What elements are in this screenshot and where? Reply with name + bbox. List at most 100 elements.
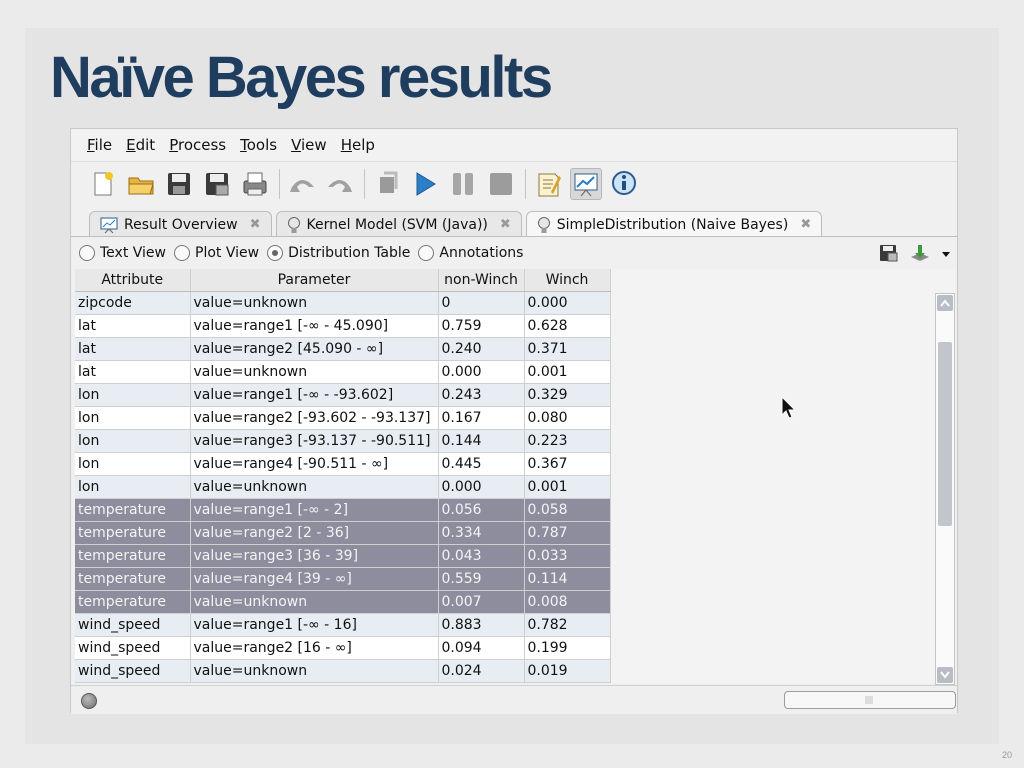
menu-tools[interactable]: Tools bbox=[240, 136, 277, 154]
design-view-icon[interactable] bbox=[532, 168, 564, 200]
save-result-icon[interactable] bbox=[879, 244, 899, 266]
column-header-winch[interactable]: Winch bbox=[524, 269, 611, 292]
results-view-icon[interactable] bbox=[570, 167, 602, 200]
table-row[interactable]: lon value=range2 [-93.602 - -93.137] 0.167… bbox=[75, 406, 611, 430]
menu-file[interactable]: File bbox=[87, 136, 112, 154]
table-row[interactable]: temperature value=unknown 0.007 0.008 bbox=[75, 590, 611, 614]
cell-attribute: temperature bbox=[75, 567, 191, 591]
radio-button[interactable] bbox=[418, 245, 435, 261]
cell-attribute: wind_speed bbox=[75, 613, 191, 637]
cell-non-winch: 0.024 bbox=[438, 659, 525, 683]
radio-annotations[interactable]: Annotations bbox=[418, 245, 523, 261]
cell-attribute: temperature bbox=[75, 590, 191, 614]
cell-parameter: value=unknown bbox=[190, 590, 439, 614]
cell-non-winch: 0.883 bbox=[438, 613, 525, 637]
column-header-attribute[interactable]: Attribute bbox=[75, 269, 191, 292]
close-icon[interactable]: ✖ bbox=[800, 217, 811, 232]
cell-non-winch: 0 bbox=[438, 291, 525, 315]
cell-attribute: lon bbox=[75, 475, 191, 499]
progress-bar bbox=[784, 691, 956, 709]
column-header-parameter[interactable]: Parameter bbox=[190, 269, 439, 292]
cell-winch: 0.371 bbox=[524, 337, 611, 361]
radio-plot-view[interactable]: Plot View bbox=[174, 245, 259, 261]
close-icon[interactable]: ✖ bbox=[500, 217, 511, 232]
cell-parameter: value=range2 [45.090 - ∞] bbox=[190, 337, 439, 361]
cell-winch: 0.329 bbox=[524, 383, 611, 407]
open-folder-icon[interactable] bbox=[125, 168, 157, 200]
menu-view[interactable]: View bbox=[291, 136, 327, 154]
new-file-icon[interactable] bbox=[87, 168, 119, 200]
tab-kernel-model[interactable]: Kernel Model (SVM (Java)) ✖ bbox=[275, 211, 522, 237]
save-as-icon[interactable] bbox=[201, 168, 233, 200]
table-row[interactable]: lat value=range1 [-∞ - 45.090] 0.759 0.628 bbox=[75, 314, 611, 338]
cell-attribute: temperature bbox=[75, 498, 191, 522]
cell-winch: 0.000 bbox=[524, 291, 611, 315]
table-row[interactable]: lon value=unknown 0.000 0.001 bbox=[75, 475, 611, 499]
radio-distribution-table[interactable]: Distribution Table bbox=[267, 245, 410, 261]
radio-button[interactable] bbox=[174, 245, 190, 261]
pause-icon[interactable] bbox=[447, 168, 479, 200]
menu-process[interactable]: Process bbox=[169, 136, 226, 154]
table-row[interactable]: temperature value=range1 [-∞ - 2] 0.056 0.0… bbox=[75, 498, 611, 522]
undo-icon[interactable] bbox=[286, 168, 318, 200]
tab-result-overview[interactable]: Result Overview ✖ bbox=[89, 211, 272, 237]
table-row[interactable]: temperature value=range2 [2 - 36] 0.334 0.7… bbox=[75, 521, 611, 545]
cell-winch: 0.223 bbox=[524, 429, 611, 453]
cell-non-winch: 0.056 bbox=[438, 498, 525, 522]
breakpoint-icon[interactable] bbox=[371, 168, 403, 200]
run-icon[interactable] bbox=[409, 168, 441, 200]
chevron-down-icon[interactable] bbox=[941, 247, 951, 263]
cell-parameter: value=unknown bbox=[190, 360, 439, 384]
radio-text-view[interactable]: Text View bbox=[79, 245, 166, 261]
cell-attribute: lon bbox=[75, 406, 191, 430]
stop-icon[interactable] bbox=[485, 168, 517, 200]
menu-help[interactable]: Help bbox=[341, 136, 375, 154]
table-row[interactable]: lat value=unknown 0.000 0.001 bbox=[75, 360, 611, 384]
print-icon[interactable] bbox=[239, 168, 271, 200]
radio-label: Distribution Table bbox=[288, 245, 411, 261]
cell-parameter: value=range2 [16 - ∞] bbox=[190, 636, 439, 660]
tab-divider bbox=[71, 236, 957, 237]
cell-attribute: wind_speed bbox=[75, 636, 191, 660]
menu-edit[interactable]: Edit bbox=[126, 136, 155, 154]
cell-winch: 0.787 bbox=[524, 521, 611, 545]
scroll-down-icon[interactable] bbox=[937, 667, 953, 683]
table-row[interactable]: wind_speed value=range1 [-∞ - 16] 0.883 0.7… bbox=[75, 613, 611, 637]
table-row[interactable]: temperature value=range4 [39 - ∞] 0.559 0.1… bbox=[75, 567, 611, 591]
tab-label: Result Overview bbox=[124, 216, 238, 233]
page-number: 20 bbox=[1001, 750, 1012, 760]
radio-button-selected[interactable] bbox=[267, 245, 284, 261]
table-row[interactable]: zipcode value=unknown 0 0.000 bbox=[75, 291, 611, 315]
table-row[interactable]: wind_speed value=unknown 0.024 0.019 bbox=[75, 659, 611, 683]
radio-button[interactable] bbox=[79, 245, 95, 261]
table-row[interactable]: temperature value=range3 [36 - 39] 0.043 0.… bbox=[75, 544, 611, 568]
export-icon[interactable] bbox=[909, 243, 931, 267]
scrollbar-thumb[interactable] bbox=[938, 342, 952, 526]
vertical-scrollbar[interactable] bbox=[935, 293, 955, 685]
cell-attribute: zipcode bbox=[75, 291, 191, 315]
table-header-row: Attribute Parameter non-Winch Winch bbox=[75, 269, 611, 292]
cell-parameter: value=range1 [-∞ - 2] bbox=[190, 498, 439, 522]
save-icon[interactable] bbox=[163, 168, 195, 200]
cell-winch: 0.782 bbox=[524, 613, 611, 637]
toolbar-separator bbox=[525, 168, 526, 199]
cell-non-winch: 0.759 bbox=[438, 314, 525, 338]
scroll-up-icon[interactable] bbox=[937, 295, 953, 311]
table-row[interactable]: lon value=range1 [-∞ - -93.602] 0.243 0.329 bbox=[75, 383, 611, 407]
info-icon[interactable] bbox=[608, 168, 640, 200]
rapidminer-window: File Edit Process Tools View Help Result… bbox=[70, 128, 958, 714]
cell-non-winch: 0.007 bbox=[438, 590, 525, 614]
table-row[interactable]: wind_speed value=range2 [16 - ∞] 0.094 0.19… bbox=[75, 636, 611, 660]
table-row[interactable]: lat value=range2 [45.090 - ∞] 0.240 0.371 bbox=[75, 337, 611, 361]
cell-winch: 0.058 bbox=[524, 498, 611, 522]
table-row[interactable]: lon value=range4 [-90.511 - ∞] 0.445 0.367 bbox=[75, 452, 611, 476]
column-header-non-winch[interactable]: non-Winch bbox=[438, 269, 525, 292]
redo-icon[interactable] bbox=[324, 168, 356, 200]
close-icon[interactable]: ✖ bbox=[250, 217, 261, 232]
cell-attribute: lon bbox=[75, 452, 191, 476]
cell-parameter: value=range4 [39 - ∞] bbox=[190, 567, 439, 591]
table-row[interactable]: lon value=range3 [-93.137 - -90.511] 0.144… bbox=[75, 429, 611, 453]
tab-simple-distribution[interactable]: SimpleDistribution (Naive Bayes) ✖ bbox=[525, 211, 823, 237]
cell-winch: 0.001 bbox=[524, 360, 611, 384]
radio-label: Plot View bbox=[195, 245, 260, 261]
